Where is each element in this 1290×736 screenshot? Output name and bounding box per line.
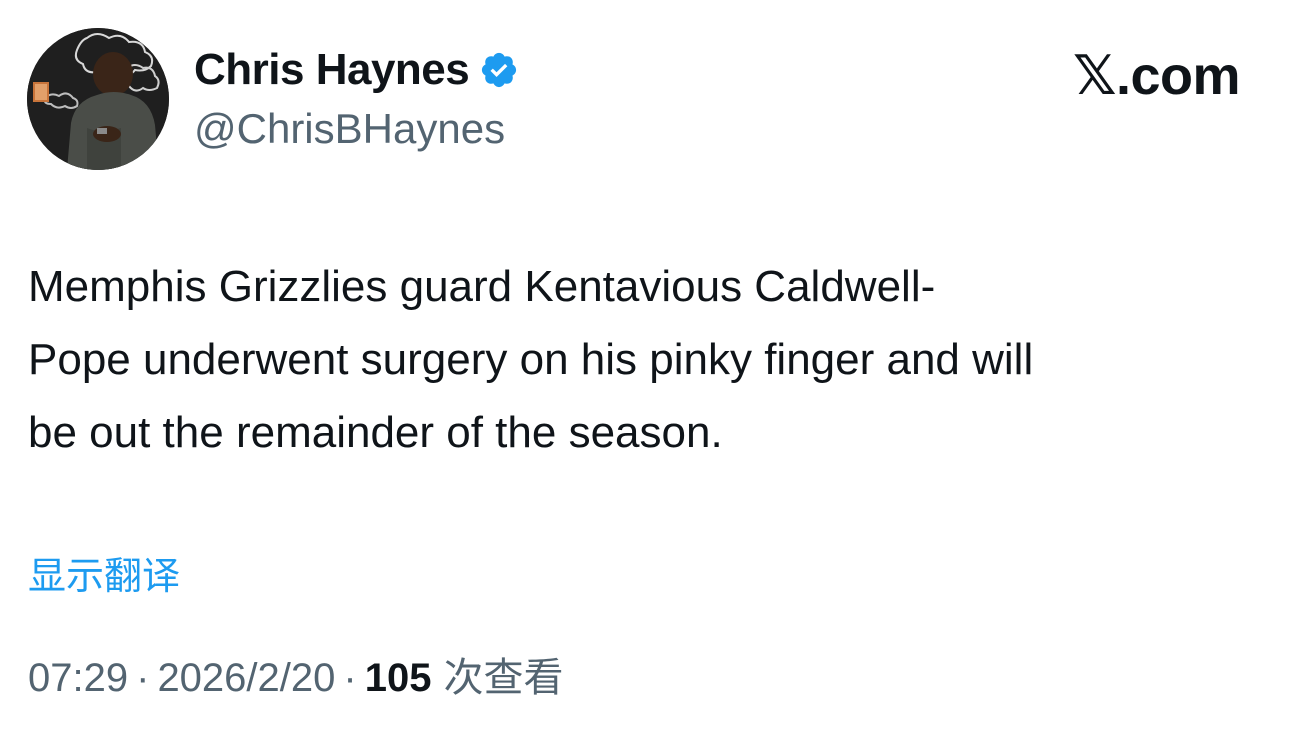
tweet-text-line: be out the remainder of the season.	[28, 408, 723, 457]
meta-separator: ·	[136, 656, 150, 700]
verified-badge-icon	[479, 50, 519, 90]
tweet-time[interactable]: 07:29	[28, 656, 128, 701]
tweet-text-line: Pope underwent surgery on his pinky fing…	[28, 335, 1034, 384]
author-display-name[interactable]: Chris Haynes	[194, 45, 470, 95]
profile-photo	[27, 28, 169, 170]
views-label: 次查看	[443, 656, 564, 700]
views-count[interactable]: 105	[365, 656, 432, 701]
tweet-date[interactable]: 2026/2/20	[157, 656, 335, 701]
meta-separator: ·	[343, 656, 357, 700]
tweet-meta: 07:29 · 2026/2/20 · 105 次查看	[28, 645, 563, 703]
show-translation-link[interactable]: 显示翻译	[28, 545, 180, 600]
tweet-text-line: Memphis Grizzlies guard Kentavious Caldw…	[28, 262, 936, 311]
site-logo: 𝕏.com	[1072, 46, 1241, 106]
author-name-row[interactable]: Chris Haynes	[194, 40, 519, 100]
tweet-text: Memphis Grizzlies guard Kentavious Caldw…	[28, 250, 1268, 469]
avatar[interactable]	[27, 28, 169, 170]
author-handle[interactable]: @ChrisBHaynes	[194, 105, 505, 153]
